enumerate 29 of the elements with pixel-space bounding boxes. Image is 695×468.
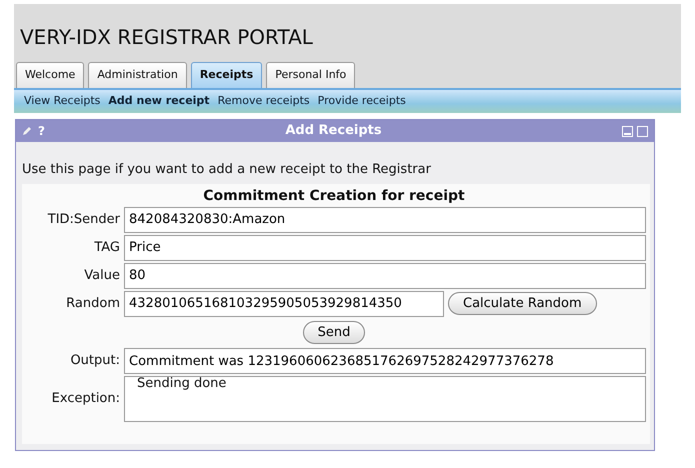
tab[interactable]: Receipts — [190, 62, 262, 88]
input-field[interactable]: 80 — [124, 262, 646, 288]
field-label: Output: — [69, 352, 121, 370]
subnav-link[interactable]: Provide receipts — [318, 92, 406, 109]
portal-title: VERY-IDX REGISTRAR PORTAL — [19, 24, 314, 51]
maximize-icon[interactable] — [637, 126, 648, 136]
pencil-icon[interactable] — [22, 126, 32, 136]
form-title: Commitment Creation for receipt — [203, 188, 465, 204]
intro-text: Use this page if you want to add a new receipt to the Registrar — [22, 161, 432, 179]
input-field[interactable]: 842084320830:Amazon — [124, 206, 646, 232]
tab[interactable]: Administration — [88, 62, 187, 88]
field-label: Exception: — [50, 390, 121, 408]
send-button[interactable]: Send — [302, 320, 366, 344]
tab[interactable]: Welcome — [16, 62, 84, 88]
panel-title: Add Receipts — [284, 122, 383, 140]
field-label: Random — [65, 294, 121, 313]
tab[interactable]: Personal Info — [266, 62, 356, 88]
subnav-link[interactable]: Add new receipt — [108, 92, 210, 109]
field-label: TID:Sender — [46, 210, 121, 229]
exception-field[interactable]: Sending done — [124, 376, 646, 422]
input-field[interactable]: 432801065168103295905053929814350 — [124, 290, 444, 316]
field-label: TAG — [93, 238, 121, 257]
output-field[interactable]: Commitment was 1231960606236851762697528242977376278 — [124, 348, 646, 374]
subnav-link[interactable]: Remove receipts — [218, 92, 310, 109]
calculate-random-button[interactable]: Calculate Random — [448, 292, 597, 316]
field-label: Value — [83, 266, 121, 285]
subnav-link[interactable]: View Receipts — [24, 92, 100, 109]
input-field[interactable]: Price — [124, 234, 646, 260]
minimize-icon[interactable] — [622, 126, 633, 136]
